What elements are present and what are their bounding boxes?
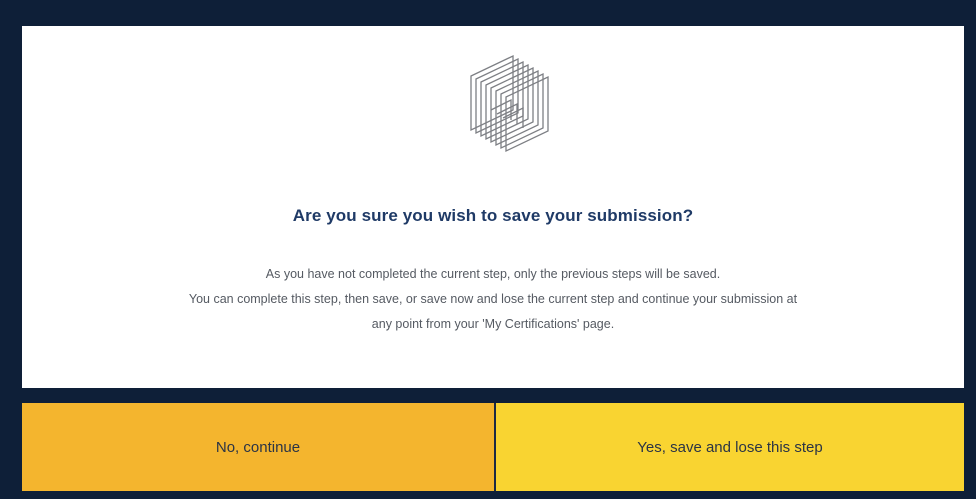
modal-backdrop: Are you sure you wish to save your submi… — [0, 0, 976, 499]
yes-save-button[interactable]: Yes, save and lose this step — [496, 403, 964, 491]
layered-cube-logo-icon — [470, 54, 549, 153]
message-line: any point from your 'My Certifications' … — [371, 317, 615, 331]
message-line: As you have not completed the current st… — [265, 267, 721, 281]
no-continue-label: No, continue — [215, 438, 301, 456]
no-continue-button[interactable]: No, continue — [22, 403, 496, 491]
dialog-message: As you have not completed the current st… — [22, 262, 964, 337]
dialog-title: Are you sure you wish to save your submi… — [292, 206, 694, 225]
dialog-actions: No, continue Yes, save and lose this ste… — [22, 403, 964, 491]
confirm-save-dialog: Are you sure you wish to save your submi… — [22, 26, 964, 388]
yes-save-label: Yes, save and lose this step — [637, 438, 823, 456]
message-line: You can complete this step, then save, o… — [188, 292, 798, 306]
